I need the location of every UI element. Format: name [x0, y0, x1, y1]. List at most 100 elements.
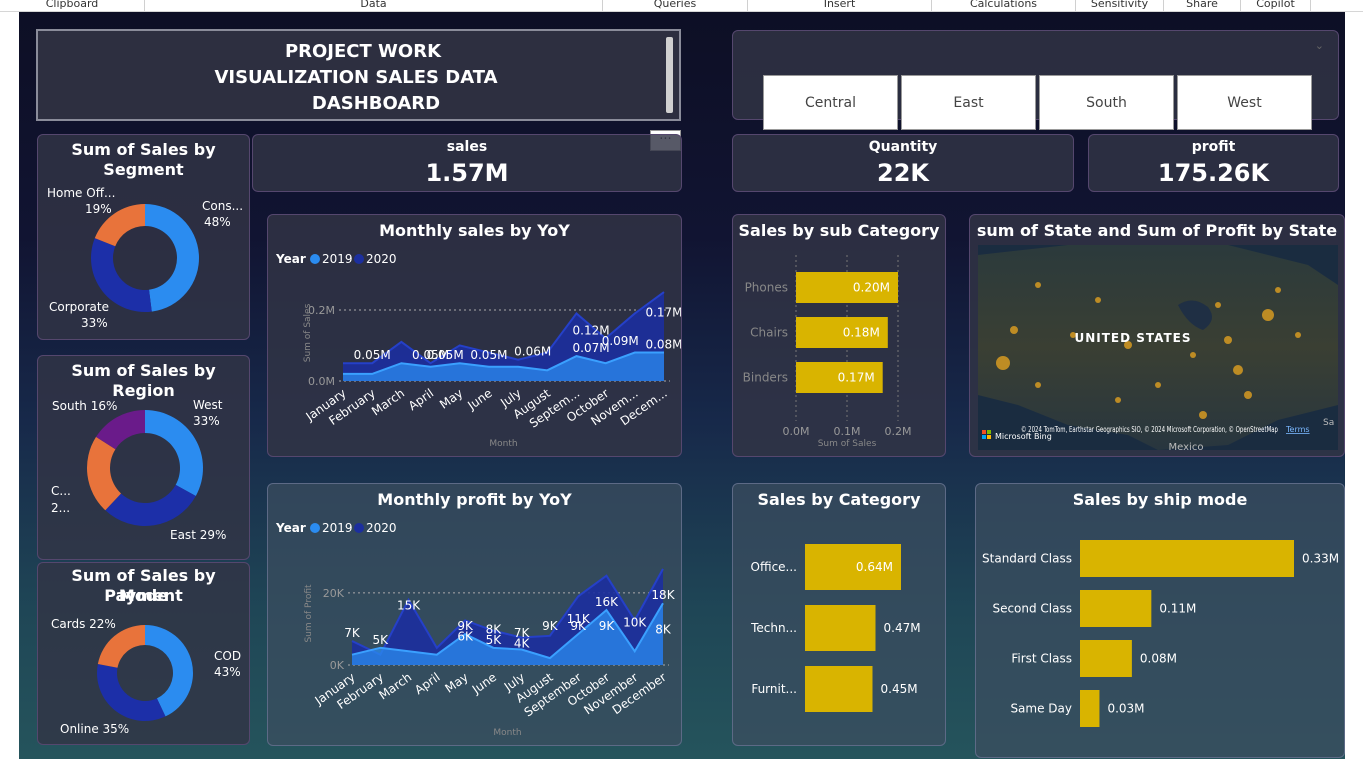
sales-ytick-0: 0.0M — [308, 375, 335, 388]
map-edge-label: Sa — [1323, 418, 1334, 428]
ribbon-group-queries[interactable]: Queries — [603, 0, 748, 11]
map-bubble-10 — [1155, 382, 1161, 388]
map-bubble-8 — [1199, 411, 1207, 419]
us-map[interactable]: UNITED STATESMexicoSaMicrosoft Bing© 202… — [978, 245, 1338, 450]
header-line-3: DASHBOARD — [311, 93, 441, 114]
monthly-profit-card[interactable]: Monthly profit by YoY Year 2019 2020 0K 20K S… — [267, 483, 682, 746]
ribbon-bar: Clipboard Data Queries Insert Calculatio… — [0, 0, 1363, 12]
profit-legend-2020-dot — [354, 523, 364, 533]
subcat-category-1: Chairs — [750, 326, 788, 340]
profit-data-label-4: 9K — [457, 619, 474, 633]
sub-category-card[interactable]: Sales by sub Category 0.0M 0.1M 0.2M Sum of… — [732, 214, 946, 457]
kpi-profit-value: 175.26K — [1157, 159, 1270, 187]
ribbon-group-calculations[interactable]: Calculations — [932, 0, 1076, 11]
sales-ylabel: Sum of Sales — [303, 303, 313, 362]
sub-category-chart: 0.0M 0.1M 0.2M Sum of Sales Phones 0.20M Chair… — [743, 255, 911, 449]
slicer-option-east[interactable]: East — [901, 75, 1036, 130]
profit-ytick-0: 0K — [330, 659, 345, 672]
category-value-label-1: 0.47M — [884, 621, 921, 635]
profit-data-label-0: 7K — [344, 626, 361, 640]
shipmode-value-label-3: 0.03M — [1107, 702, 1144, 716]
sales-data-label-0: 0.05M — [354, 348, 391, 362]
slicer-option-central[interactable]: Central — [763, 75, 898, 130]
profit-data-label-8: 4K — [514, 636, 531, 650]
donut-segment-card[interactable]: Sum of Sales by Segment Home Off... 19% … — [37, 134, 250, 340]
sales-legend-2019-dot — [310, 254, 320, 264]
map-terms-link[interactable]: Terms — [1285, 425, 1310, 434]
shipmode-bar-0 — [1080, 540, 1294, 577]
microsoft-logo-icon-2 — [982, 435, 986, 439]
sales-data-label-3: 0.05M — [470, 348, 507, 362]
map-bubble-16 — [1035, 382, 1041, 388]
category-value-label-0: 0.64M — [856, 560, 893, 574]
shipmode-value-label-2: 0.08M — [1140, 652, 1177, 666]
region-slice-1 — [105, 484, 196, 526]
payment-cards-label: Cards 22% — [51, 617, 116, 631]
header-textbox[interactable]: PROJECT WORK VISUALIZATION SALES DATA DA… — [36, 29, 681, 121]
profit-data-label-11: 9K — [570, 619, 587, 633]
kpi-quantity-value: 22K — [877, 159, 929, 187]
sales-month-4: May — [437, 386, 465, 412]
donut-payment-card[interactable]: Sum of Sales by Payment Mode Cards 22% C… — [37, 562, 250, 745]
shipmode-category-3: Same Day — [1010, 702, 1072, 716]
slicer-option-west[interactable]: West — [1177, 75, 1312, 130]
donut-region-card[interactable]: Sum of Sales by Region South 16% West 33… — [37, 355, 250, 560]
shipmode-category-2: First Class — [1011, 652, 1072, 666]
category-bar-2 — [805, 666, 873, 712]
segment-home-label: Home Off... — [47, 186, 116, 200]
map-bubble-13 — [1190, 352, 1196, 358]
sales-legend-2020: 2020 — [366, 252, 397, 266]
kpi-sales-card[interactable]: sales 1.57M — [252, 134, 682, 192]
category-category-0: Office... — [751, 560, 797, 574]
profit-data-label-15: 8K — [655, 623, 672, 637]
ribbon-group-clipboard[interactable]: Clipboard — [0, 0, 145, 11]
region-west-label: West — [193, 398, 223, 412]
region-east-label: East 29% — [170, 528, 227, 542]
shipmode-value-label-1: 0.11M — [1159, 602, 1196, 616]
map-bubble-0 — [996, 356, 1010, 370]
microsoft-logo-icon-1 — [987, 430, 991, 434]
kpi-profit-label: profit — [1191, 139, 1236, 155]
shipmode-category-1: Second Class — [992, 602, 1072, 616]
payment-online-label: Online 35% — [60, 722, 130, 736]
chevron-down-icon[interactable]: ⌄ — [1315, 39, 1324, 52]
payment-slice-1 — [97, 664, 166, 721]
sales-month-5: June — [464, 386, 494, 413]
region-central-label: C... — [51, 484, 71, 498]
map-bubble-12 — [1244, 391, 1252, 399]
ribbon-group-copilot[interactable]: Copilot — [1241, 0, 1311, 11]
report-canvas: PROJECT WORK VISUALIZATION SALES DATA DA… — [19, 12, 1345, 759]
shipmode-bar-3 — [1080, 690, 1100, 727]
map-bubble-6 — [1262, 309, 1274, 321]
category-category-2: Furnit... — [751, 682, 797, 696]
ribbon-group-data[interactable]: Data — [145, 0, 603, 11]
map-bubble-15 — [1115, 397, 1121, 403]
ribbon-group-share[interactable]: Share — [1164, 0, 1241, 11]
subcat-xtick-1: 0.1M — [834, 425, 861, 438]
profit-month-2: March — [376, 670, 414, 702]
map-bubble-9 — [1275, 287, 1281, 293]
kpi-profit-card[interactable]: profit 175.26K — [1088, 134, 1339, 192]
sales-data-label-4: 0.06M — [514, 345, 551, 359]
category-category-1: Techn... — [750, 621, 797, 635]
sales-month-3: April — [406, 386, 437, 413]
category-card[interactable]: Sales by Category Office... 0.64M Techn...… — [732, 483, 946, 746]
shipmode-value-label-0: 0.33M — [1302, 552, 1339, 566]
ribbon-group-insert[interactable]: Insert — [748, 0, 932, 11]
sales-legend-2020-dot — [354, 254, 364, 264]
map-bubble-17 — [1215, 302, 1221, 308]
monthly-sales-card[interactable]: Monthly sales by YoY Year 2019 2020 0.0M 0.2… — [267, 214, 682, 457]
profit-data-label-9: 9K — [542, 619, 559, 633]
region-west-pct: 33% — [193, 414, 220, 428]
map-country-label: UNITED STATES — [1074, 331, 1191, 345]
header-scrollbar[interactable] — [666, 37, 673, 113]
slicer-option-south[interactable]: South — [1039, 75, 1174, 130]
segment-consumer-label: Cons... — [202, 199, 244, 213]
kpi-quantity-card[interactable]: Quantity 22K — [732, 134, 1074, 192]
subcat-xtick-0: 0.0M — [783, 425, 810, 438]
sales-legend-title: Year — [275, 252, 306, 266]
ribbon-group-sensitivity[interactable]: Sensitivity — [1076, 0, 1164, 11]
ship-mode-card[interactable]: Sales by ship mode Standard Class 0.33M Se… — [975, 483, 1345, 758]
segment-corporate-label: Corporate — [49, 300, 109, 314]
state-map-card[interactable]: sum of State and Sum of Profit by State … — [969, 214, 1345, 457]
